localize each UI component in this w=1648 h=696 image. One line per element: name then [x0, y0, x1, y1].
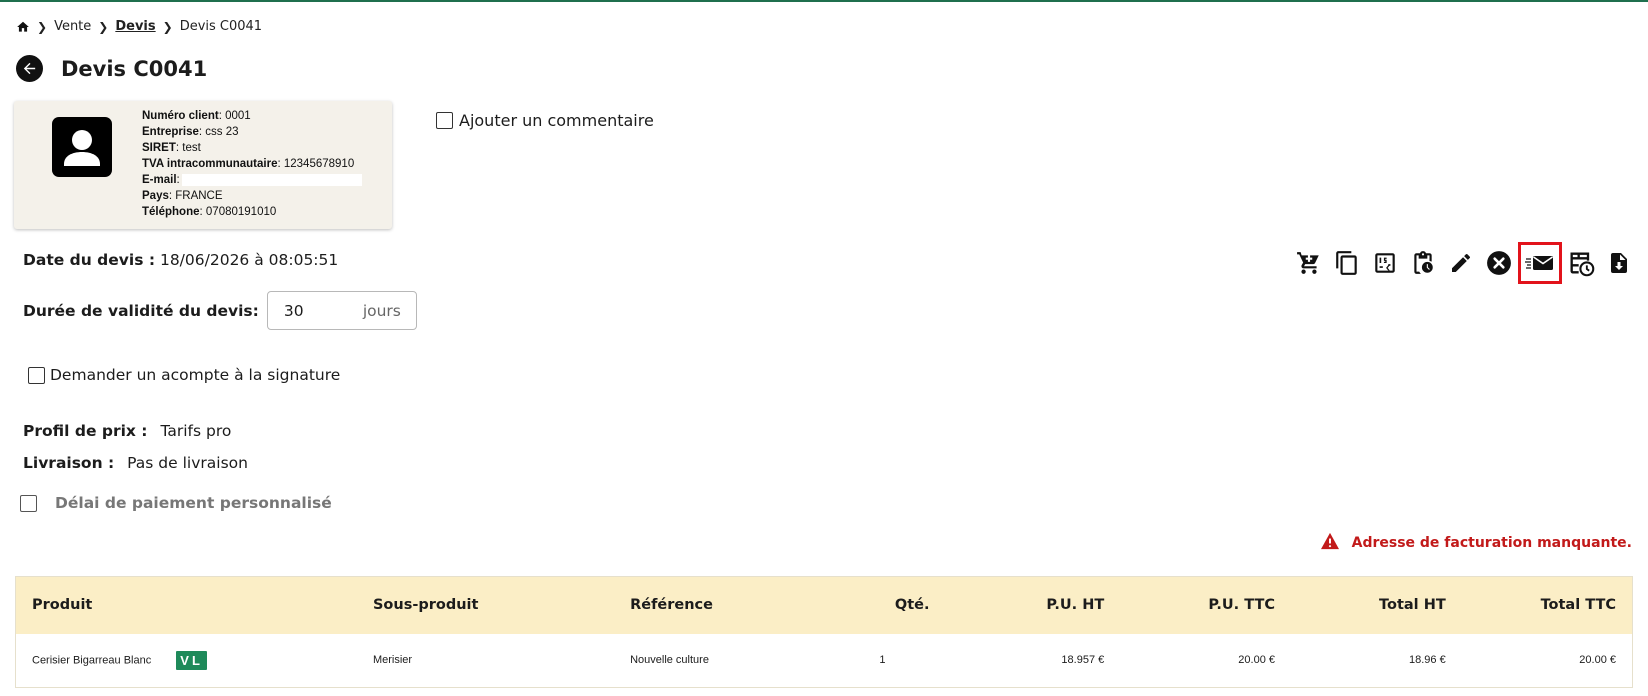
cell-pu-ttc: 20.00 € [1238, 654, 1275, 667]
livraison-value: Pas de livraison [127, 454, 248, 472]
product-name: Cerisier Bigarreau Blanc [32, 654, 152, 667]
checkbox[interactable] [28, 366, 45, 384]
validity-unit: jours [362, 301, 401, 320]
client-numero: Numéro client: 0001 [142, 110, 251, 122]
calculator-icon[interactable] [1366, 244, 1404, 282]
client-entreprise: Entreprise: css 23 [142, 126, 239, 138]
col-sous-produit: Sous-produit [372, 597, 479, 614]
missing-billing-address-warning: Adresse de facturation manquante. [1320, 532, 1632, 554]
col-reference: Référence [630, 597, 713, 614]
delai-label: Délai de paiement personnalisé [55, 494, 332, 512]
cell-sous-produit: Merisier [372, 654, 413, 667]
clipboard-clock-icon[interactable] [1404, 244, 1442, 282]
breadcrumb-item-vente[interactable]: Vente [54, 19, 91, 34]
send-email-icon[interactable] [1518, 242, 1562, 284]
chevron-right-icon: ❯ [162, 19, 173, 34]
title-row: Devis C0041 [16, 55, 207, 82]
edit-icon[interactable] [1442, 244, 1480, 282]
add-comment-label: Ajouter un commentaire [459, 111, 654, 130]
warning-icon [1320, 532, 1340, 554]
products-table: Produit Sous-produit Référence Qté. P.U.… [15, 576, 1633, 688]
add-comment-checkbox[interactable]: Ajouter un commentaire [436, 111, 654, 130]
home-icon[interactable] [16, 20, 30, 34]
validity-row: Durée de validité du devis: 30 jours [23, 291, 417, 330]
action-toolbar [1290, 242, 1638, 284]
client-email: E-mail: [142, 172, 362, 188]
livraison-label: Livraison : [23, 454, 115, 472]
table-header-row: Produit Sous-produit Référence Qté. P.U.… [15, 576, 1633, 634]
avatar [52, 117, 112, 177]
col-qte: Qté. [894, 597, 930, 614]
email-redacted [181, 173, 362, 186]
custom-payment-delay-checkbox[interactable]: Délai de paiement personnalisé [20, 494, 332, 512]
profil-label: Profil de prix : [23, 422, 148, 440]
validity-label: Durée de validité du devis: [23, 301, 259, 320]
client-pays: Pays: FRANCE [142, 190, 223, 202]
cell-qte: 1 [879, 654, 886, 667]
vl-badge: VL [176, 650, 207, 670]
col-total-ht: Total HT [1379, 597, 1446, 614]
cart-icon[interactable] [1290, 244, 1328, 282]
download-document-icon[interactable] [1600, 244, 1638, 282]
breadcrumb: ❯ Vente ❯ Devis ❯ Devis C0041 [16, 19, 262, 34]
cell-reference: Nouvelle culture [630, 654, 709, 667]
date-label: Date du devis : [23, 251, 156, 269]
validity-input[interactable]: 30 jours [266, 291, 417, 330]
cell-total-ht: 18.96 € [1409, 654, 1446, 667]
date-value: 18/06/2026 à 08:05:51 [159, 251, 339, 269]
client-telephone: Téléphone: 07080191010 [142, 206, 277, 218]
table-clock-icon[interactable] [1562, 244, 1600, 282]
checkbox[interactable] [436, 112, 453, 129]
delivery: Livraison : Pas de livraison [23, 454, 248, 472]
breadcrumb-item-devis[interactable]: Devis [115, 19, 155, 34]
cell-produit: Cerisier Bigarreau Blanc VL [16, 634, 357, 688]
chevron-right-icon: ❯ [98, 19, 109, 34]
cell-total-ttc: 20.00 € [1579, 654, 1616, 667]
validity-value[interactable]: 30 [284, 302, 304, 320]
col-produit: Produit [32, 597, 93, 614]
breadcrumb-item-current: Devis C0041 [179, 19, 263, 34]
client-tva: TVA intracommunautaire: 12345678910 [142, 158, 355, 170]
person-icon [64, 130, 100, 166]
checkbox[interactable] [20, 494, 37, 512]
cancel-icon[interactable] [1480, 244, 1518, 282]
col-total-ttc: Total TTC [1540, 597, 1616, 614]
client-siret: SIRET: test [142, 142, 201, 154]
page-title: Devis C0041 [61, 56, 208, 81]
acompte-checkbox[interactable]: Demander un acompte à la signature [28, 366, 340, 384]
table-row[interactable]: Cerisier Bigarreau Blanc VL Merisier Nou… [15, 633, 1633, 688]
devis-date: Date du devis : 18/06/2026 à 08:05:51 [23, 251, 338, 269]
client-info: Numéro client: 0001 Entreprise: css 23 S… [142, 108, 362, 220]
profil-value: Tarifs pro [160, 422, 232, 440]
price-profile: Profil de prix : Tarifs pro [23, 422, 231, 440]
arrow-left-icon [23, 62, 36, 75]
client-card: Numéro client: 0001 Entreprise: css 23 S… [14, 101, 392, 229]
acompte-label: Demander un acompte à la signature [50, 366, 341, 384]
warning-text: Adresse de facturation manquante. [1351, 535, 1632, 551]
col-pu-ht: P.U. HT [1046, 597, 1105, 614]
cell-pu-ht: 18.957 € [1061, 654, 1105, 667]
col-pu-ttc: P.U. TTC [1208, 597, 1275, 614]
chevron-right-icon: ❯ [37, 19, 48, 34]
copy-icon[interactable] [1328, 244, 1366, 282]
back-button[interactable] [16, 55, 43, 82]
